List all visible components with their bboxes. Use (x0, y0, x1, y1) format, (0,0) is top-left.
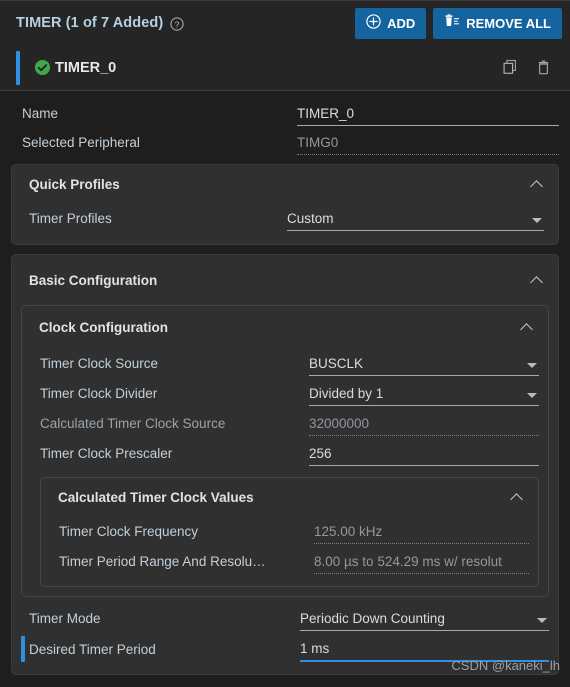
remove-all-button-label: REMOVE ALL (466, 15, 551, 31)
panel-calculated-timer-clock-values-body: Timer Clock Frequency 125.00 kHz Timer P… (41, 516, 538, 586)
selected-accent-bar (16, 50, 20, 85)
row-label: Selected Peripheral (22, 135, 140, 150)
row-label: Name (22, 106, 59, 121)
add-button-label: ADD (387, 15, 416, 31)
panel-quick-profiles-header[interactable]: Quick Profiles (12, 165, 558, 203)
chevron-down-icon (527, 392, 537, 398)
row-timer-mode: Timer Mode Periodic Down Counting (21, 603, 549, 634)
svg-text:?: ? (175, 19, 180, 29)
timer-mode-dropdown[interactable]: Periodic Down Counting (300, 606, 549, 631)
timer-configuration-panel: TIMER (1 of 7 Added) ? ADD REMOVE ALL TI… (0, 0, 570, 687)
trash-icon[interactable] (530, 55, 556, 81)
panel-title: Basic Configuration (29, 272, 158, 288)
timer-clock-prescaler-input[interactable]: 256 (309, 441, 539, 466)
row-label: Desired Timer Period (29, 642, 156, 657)
row-label: Timer Clock Divider (40, 385, 158, 401)
timer-clock-divider-dropdown[interactable]: Divided by 1 (309, 381, 539, 406)
field-value: 125.00 kHz (314, 524, 383, 539)
panel-basic-configuration-body: Clock Configuration Timer Clock Source B… (12, 305, 558, 674)
check-circle-icon (34, 59, 51, 76)
chevron-up-icon[interactable] (521, 321, 534, 334)
row-label: Calculated Timer Clock Source (40, 415, 226, 431)
basic-configuration-rows: Timer Mode Periodic Down Counting Desire… (21, 603, 549, 665)
chevron-down-icon (537, 618, 547, 623)
row-label: Timer Clock Prescaler (40, 445, 173, 461)
chevron-up-icon[interactable] (531, 274, 544, 287)
timer-clock-source-dropdown[interactable]: BUSCLK (309, 351, 539, 376)
chevron-down-icon (527, 362, 537, 368)
panel-header: TIMER (1 of 7 Added) ? ADD REMOVE ALL (0, 0, 570, 45)
timer-period-range-value: 8.00 µs to 524.29 ms w/ resolut (314, 549, 529, 574)
field-value: Custom (287, 211, 334, 226)
field-value: TIMG0 (297, 136, 339, 151)
field-value: 256 (309, 446, 332, 461)
panel-basic-configuration: Basic Configuration Clock Configuration … (11, 254, 559, 675)
panel-quick-profiles: Quick Profiles Timer Profiles Custom (11, 164, 559, 245)
help-circle-icon[interactable]: ? (170, 17, 184, 31)
chevron-up-icon[interactable] (531, 178, 544, 191)
row-timer-clock-prescaler: Timer Clock Prescaler 256 (31, 438, 539, 468)
row-calculated-timer-clock-source: Calculated Timer Clock Source 32000000 (31, 408, 539, 438)
row-label: Timer Clock Frequency (59, 523, 199, 539)
panel-clock-configuration: Clock Configuration Timer Clock Source B… (21, 305, 549, 597)
configuration-body: Name TIMER_0 Selected Peripheral TIMG0 Q… (0, 91, 570, 687)
timer-profiles-dropdown[interactable]: Custom (287, 206, 544, 231)
name-input[interactable]: TIMER_0 (297, 101, 559, 126)
panel-clock-configuration-body: Timer Clock Source BUSCLK Timer Clock Di… (22, 348, 548, 596)
panel-title: Quick Profiles (29, 176, 120, 192)
copy-icon[interactable] (497, 55, 523, 81)
field-value: 1 ms (300, 642, 330, 657)
field-value: Periodic Down Counting (300, 612, 445, 627)
row-timer-clock-source: Timer Clock Source BUSCLK (31, 348, 539, 378)
selected-peripheral-value: TIMG0 (297, 130, 559, 155)
panel-calculated-timer-clock-values: Calculated Timer Clock Values Timer Cloc… (40, 477, 539, 587)
row-timer-clock-frequency: Timer Clock Frequency 125.00 kHz (50, 516, 529, 546)
panel-title: Calculated Timer Clock Values (58, 489, 254, 505)
row-name: Name TIMER_0 (0, 99, 559, 128)
left-rail (0, 91, 8, 687)
timer-clock-frequency-value: 125.00 kHz (314, 519, 529, 544)
row-label: Timer Profiles (29, 210, 112, 226)
panel-title: Clock Configuration (39, 319, 168, 335)
field-value: 32000000 (309, 416, 370, 431)
row-timer-profiles: Timer Profiles Custom (29, 203, 544, 233)
row-label: Timer Period Range And Resolutio… (59, 553, 269, 569)
row-label: Timer Clock Source (40, 355, 159, 371)
row-selected-peripheral: Selected Peripheral TIMG0 (0, 128, 559, 157)
field-value: 8.00 µs to 524.29 ms w/ resolut (314, 554, 502, 569)
field-value: Divided by 1 (309, 386, 384, 401)
instance-name: TIMER_0 (55, 59, 117, 76)
row-label: Timer Mode (29, 611, 101, 626)
chevron-up-icon[interactable] (511, 491, 524, 504)
field-value: TIMER_0 (297, 107, 355, 122)
remove-all-button[interactable]: REMOVE ALL (433, 7, 562, 39)
plus-circle-icon (366, 14, 381, 32)
panel-basic-configuration-header[interactable]: Basic Configuration (12, 255, 558, 305)
top-fields-group: Name TIMER_0 Selected Peripheral TIMG0 (0, 91, 559, 157)
add-button[interactable]: ADD (355, 7, 427, 39)
panel-quick-profiles-body: Timer Profiles Custom (12, 203, 558, 244)
calculated-timer-clock-source-value: 32000000 (309, 411, 539, 436)
page-title: TIMER (1 of 7 Added) (16, 15, 164, 31)
panel-calculated-timer-clock-values-header[interactable]: Calculated Timer Clock Values (41, 478, 538, 516)
field-value: BUSCLK (309, 356, 364, 371)
trash-list-icon (444, 14, 460, 32)
row-desired-timer-period: Desired Timer Period 1 ms (21, 634, 549, 665)
panel-clock-configuration-header[interactable]: Clock Configuration (22, 306, 548, 348)
row-timer-clock-divider: Timer Clock Divider Divided by 1 (31, 378, 539, 408)
instance-row-timer-0[interactable]: TIMER_0 (0, 45, 570, 91)
desired-timer-period-input[interactable]: 1 ms (300, 637, 549, 662)
row-timer-period-range: Timer Period Range And Resolutio… 8.00 µ… (50, 546, 529, 576)
chevron-down-icon (532, 217, 542, 223)
